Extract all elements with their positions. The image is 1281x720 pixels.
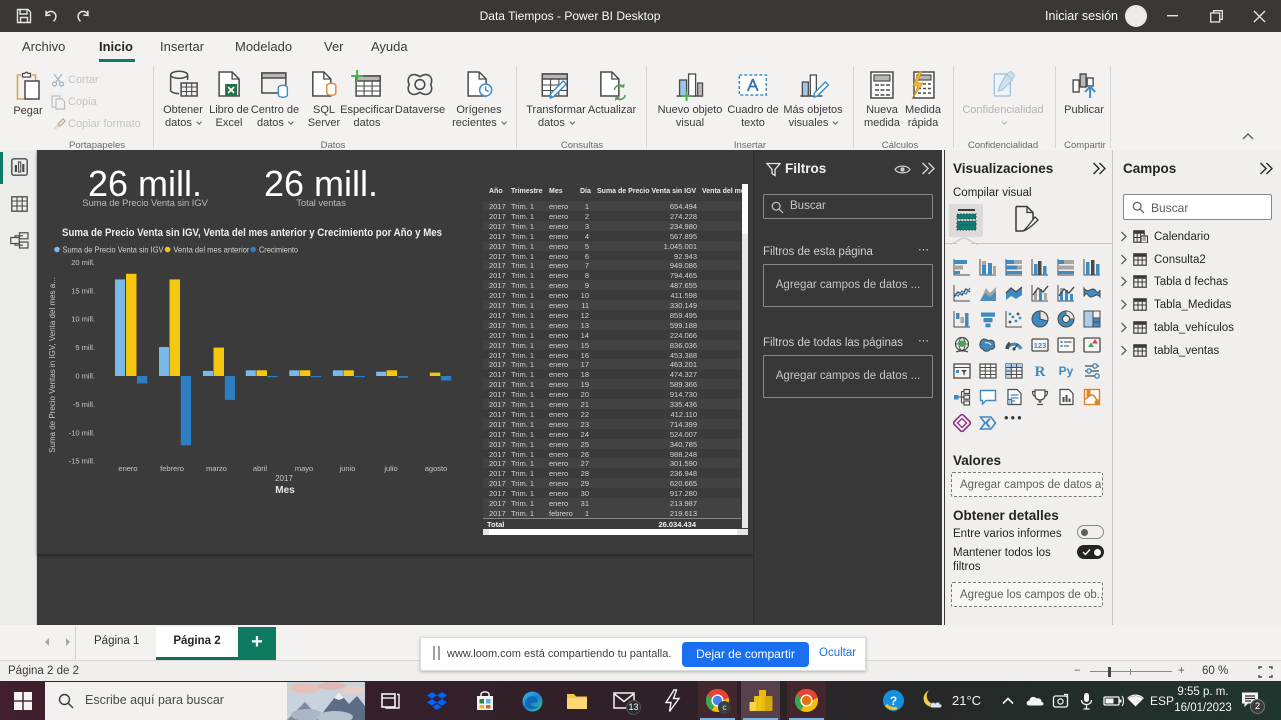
svg-text:2017: 2017: [275, 474, 293, 483]
svg-text:R: R: [1035, 364, 1046, 380]
svg-text:Suma de Precio Ventas in IGV,: Suma de Precio Ventas in IGV, Venta del …: [48, 277, 57, 453]
svg-text:enero: enero: [118, 464, 137, 473]
svg-text:0 mill.: 0 mill.: [75, 372, 95, 381]
svg-text:Suma de Precio Venta sin IGV,: Suma de Precio Venta sin IGV, Venta del …: [62, 227, 442, 239]
svg-text:julio: julio: [383, 464, 397, 473]
svg-text:Mes: Mes: [275, 485, 295, 496]
svg-text:20 mill.: 20 mill.: [71, 258, 95, 267]
svg-text:15 mill.: 15 mill.: [71, 286, 95, 295]
svg-text:Suma de Precio Venta sin IGV: Suma de Precio Venta sin IGV: [63, 246, 164, 255]
svg-text:abril: abril: [253, 464, 268, 473]
svg-text:Py: Py: [1059, 364, 1074, 378]
svg-text:?: ?: [890, 694, 897, 708]
svg-text:10 mill.: 10 mill.: [71, 315, 95, 324]
svg-text:-5 mill.: -5 mill.: [73, 400, 95, 409]
svg-text:-10 mill.: -10 mill.: [69, 428, 95, 437]
svg-text:Crecimiento: Crecimiento: [259, 246, 298, 255]
svg-text:mayo: mayo: [295, 464, 313, 473]
svg-text:-15 mill.: -15 mill.: [69, 457, 95, 466]
svg-text:Venta del mes anterior: Venta del mes anterior: [173, 246, 249, 255]
svg-text:marzo: marzo: [206, 464, 227, 473]
svg-text:junio: junio: [339, 464, 356, 473]
svg-text:123: 123: [1034, 341, 1047, 350]
svg-text:febrero: febrero: [160, 464, 184, 473]
svg-text:5 mill.: 5 mill.: [75, 343, 95, 352]
svg-text:agosto: agosto: [425, 464, 448, 473]
